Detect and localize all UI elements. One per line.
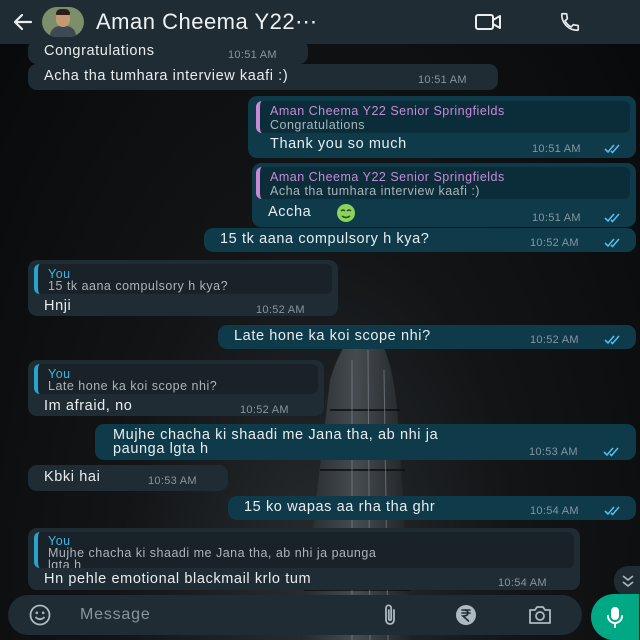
message-time: 10:52 AM (530, 237, 579, 249)
message-incoming[interactable]: You Late hone ka koi scope nhi? Im afrai… (28, 360, 324, 416)
message-time: 10:53 AM (529, 446, 578, 458)
message-text: Late hone ka koi scope nhi? (234, 328, 431, 344)
quoted-message[interactable]: Aman Cheema Y22 Senior Springfields Cong… (256, 101, 630, 133)
emoji-button[interactable] (22, 595, 58, 635)
attach-icon (385, 604, 395, 625)
read-receipt-icon (604, 213, 620, 223)
read-receipt-icon (604, 238, 620, 248)
payment-button[interactable] (448, 595, 484, 635)
message-text: 15 ko wapas aa rha tha ghr (244, 499, 436, 515)
nauseated-face-emoji-icon (337, 204, 355, 222)
quote-author: Aman Cheema Y22 Senior Springfields (270, 170, 505, 184)
message-time: 10:51 AM (418, 74, 467, 86)
message-outgoing[interactable]: Aman Cheema Y22 Senior Springfields Cong… (248, 96, 636, 158)
message-text: Hnji (44, 298, 72, 314)
message-text: Acha tha tumhara interview kaafi :) (44, 68, 289, 84)
message-time: 10:54 AM (530, 505, 579, 517)
message-time: 10:51 AM (532, 143, 581, 155)
message-input[interactable]: Message (80, 606, 151, 624)
voice-call-button[interactable] (548, 0, 592, 44)
scroll-to-bottom-button[interactable] (614, 566, 640, 596)
message-time: 10:52 AM (530, 334, 579, 346)
message-composer[interactable]: Message (8, 595, 582, 635)
message-outgoing[interactable]: Late hone ka koi scope nhi? 10:52 AM (218, 325, 636, 349)
message-incoming[interactable]: Congratulations 10:51 AM (28, 40, 308, 64)
read-receipt-icon (604, 144, 620, 154)
message-text: Im afraid, no (44, 398, 133, 414)
message-incoming[interactable]: Kbki hai 10:53 AM (28, 465, 228, 491)
attach-button[interactable] (372, 595, 408, 635)
message-incoming[interactable]: You 15 tk aana compulsory h kya? Hnji 10… (28, 260, 338, 316)
message-outgoing[interactable]: Mujhe chacha ki shaadi me Jana tha, ab n… (95, 424, 636, 460)
quote-text: Late hone ka koi scope nhi? (48, 379, 218, 393)
quoted-message[interactable]: You 15 tk aana compulsory h kya? (34, 264, 332, 294)
quote-text: 15 tk aana compulsory h kya? (48, 279, 229, 293)
message-time: 10:51 AM (228, 49, 277, 61)
quote-text-line1: Mujhe chacha ki shaadi me Jana tha, ab n… (48, 546, 377, 560)
message-time: 10:53 AM (148, 475, 197, 487)
avatar[interactable] (42, 7, 84, 37)
video-call-icon (475, 14, 501, 30)
message-outgoing[interactable]: 15 tk aana compulsory h kya? 10:52 AM (204, 228, 636, 252)
back-arrow-icon (13, 13, 33, 31)
quoted-message[interactable]: Aman Cheema Y22 Senior Springfields Acha… (256, 167, 630, 199)
message-text-line2: paunga lgta h (113, 441, 209, 457)
quote-author: Aman Cheema Y22 Senior Springfields (270, 104, 505, 118)
quote-text: Congratulations (270, 118, 366, 132)
message-incoming[interactable]: Acha tha tumhara interview kaafi :) 10:5… (28, 64, 498, 90)
message-text: Congratulations (44, 43, 155, 59)
message-text: Accha (268, 204, 312, 220)
camera-icon (529, 606, 551, 624)
rupee-payment-icon (456, 605, 476, 625)
message-outgoing[interactable]: 15 ko wapas aa rha tha ghr 10:54 AM (228, 496, 636, 520)
message-outgoing[interactable]: Aman Cheema Y22 Senior Springfields Acha… (252, 163, 636, 227)
message-text: Kbki hai (44, 469, 101, 485)
mic-icon (607, 607, 623, 628)
voice-message-button[interactable] (591, 594, 639, 640)
quoted-message[interactable]: You Mujhe chacha ki shaadi me Jana tha, … (34, 532, 574, 568)
quote-text-line2: lgta h (48, 558, 82, 569)
read-receipt-icon (603, 447, 619, 457)
message-time: 10:51 AM (532, 212, 581, 224)
message-time: 10:54 AM (498, 577, 547, 589)
message-time: 10:52 AM (240, 404, 289, 416)
quote-text: Acha tha tumhara interview kaafi :) (270, 184, 480, 198)
message-time: 10:52 AM (256, 304, 305, 316)
phone-icon (560, 12, 580, 32)
read-receipt-icon (604, 335, 620, 345)
read-receipt-icon (604, 506, 620, 516)
message-text: Hn pehle emotional blackmail krlo tum (44, 571, 312, 587)
double-chevron-down-icon (622, 575, 634, 588)
quoted-message[interactable]: You Late hone ka koi scope nhi? (34, 364, 318, 394)
emoji-icon (29, 604, 51, 626)
message-incoming[interactable]: You Mujhe chacha ki shaadi me Jana tha, … (28, 528, 580, 590)
video-call-button[interactable] (466, 0, 510, 44)
message-text: 15 tk aana compulsory h kya? (220, 231, 430, 247)
camera-button[interactable] (522, 595, 558, 635)
contact-name[interactable]: Aman Cheema Y22⋯ (96, 9, 412, 35)
back-button[interactable] (6, 0, 40, 44)
message-text: Thank you so much (270, 136, 407, 152)
chat-header: Aman Cheema Y22⋯ (0, 0, 640, 44)
